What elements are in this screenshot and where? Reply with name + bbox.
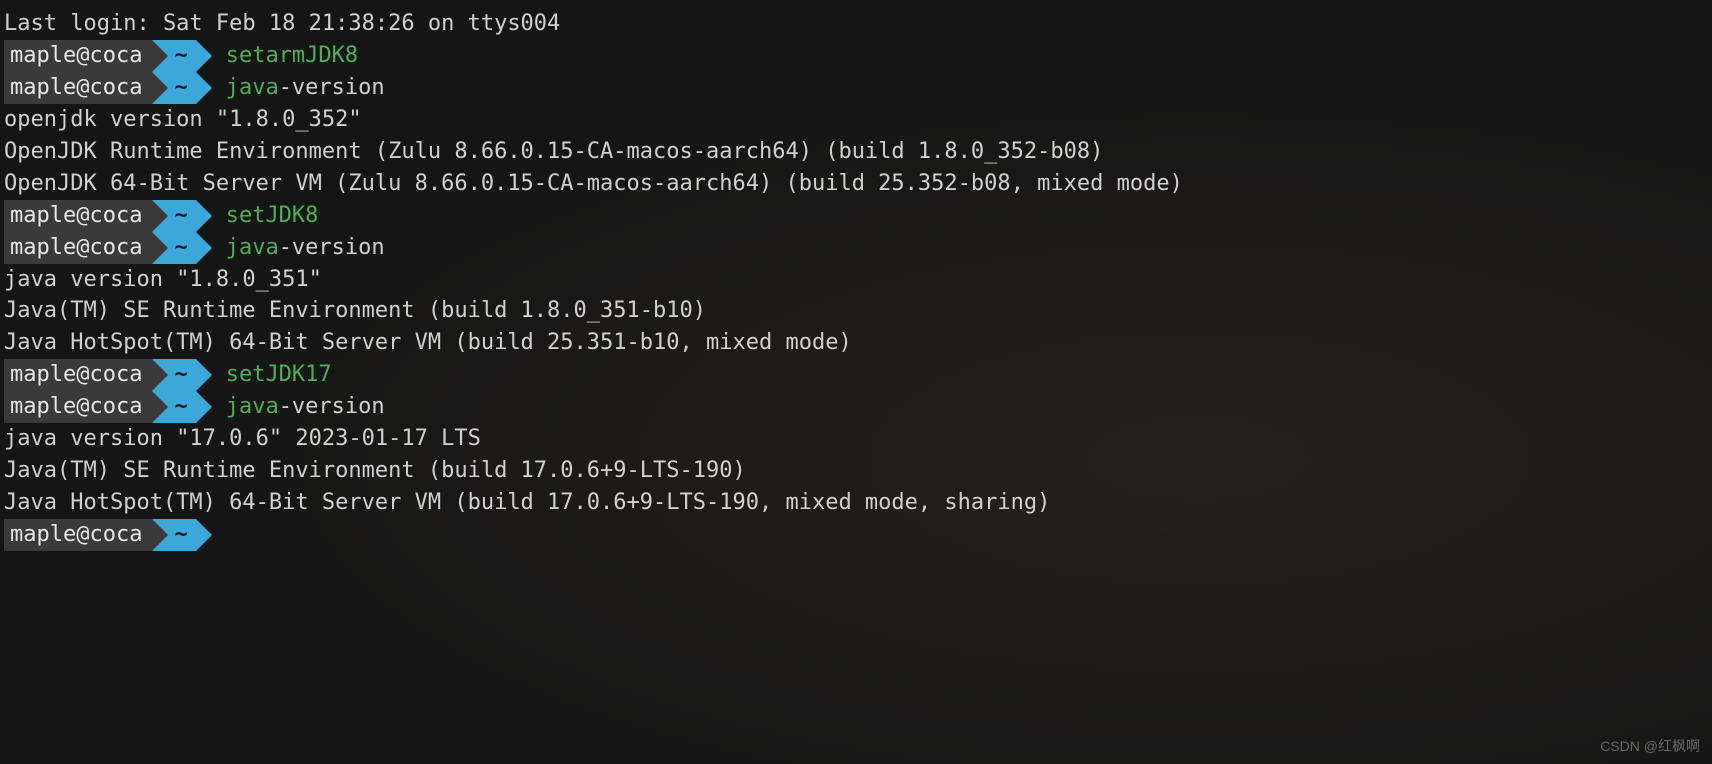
separator-icon bbox=[196, 359, 212, 391]
prompt-line: maple@coca~ setJDK8 bbox=[4, 200, 1708, 232]
separator-icon bbox=[152, 391, 168, 423]
prompt-line: maple@coca~ java -version bbox=[4, 391, 1708, 423]
prompt-line: maple@coca~ java -version bbox=[4, 72, 1708, 104]
separator-icon bbox=[196, 40, 212, 72]
prompt-line: maple@coca~ setJDK17 bbox=[4, 359, 1708, 391]
separator-icon bbox=[152, 519, 168, 551]
output-line: Java(TM) SE Runtime Environment (build 1… bbox=[4, 455, 1708, 487]
separator-icon bbox=[152, 232, 168, 264]
output-line: java version "1.8.0_351" bbox=[4, 264, 1708, 296]
command-text: setarmJDK8 bbox=[226, 40, 358, 72]
user-host-segment: maple@coca bbox=[4, 72, 152, 104]
user-host-segment: maple@coca bbox=[4, 40, 152, 72]
command-arg: -version bbox=[279, 72, 385, 104]
command-text: java bbox=[226, 391, 279, 423]
separator-icon bbox=[196, 391, 212, 423]
output-line: Java HotSpot(TM) 64-Bit Server VM (build… bbox=[4, 487, 1708, 519]
separator-icon bbox=[196, 72, 212, 104]
separator-icon bbox=[196, 232, 212, 264]
separator-icon bbox=[152, 359, 168, 391]
separator-icon bbox=[196, 519, 212, 551]
last-login-line: Last login: Sat Feb 18 21:38:26 on ttys0… bbox=[4, 8, 1708, 40]
prompt-line: maple@coca~ setarmJDK8 bbox=[4, 40, 1708, 72]
user-host-segment: maple@coca bbox=[4, 200, 152, 232]
user-host-segment: maple@coca bbox=[4, 232, 152, 264]
output-line: Java(TM) SE Runtime Environment (build 1… bbox=[4, 295, 1708, 327]
command-text: java bbox=[226, 232, 279, 264]
separator-icon bbox=[152, 72, 168, 104]
output-line: java version "17.0.6" 2023-01-17 LTS bbox=[4, 423, 1708, 455]
user-host-segment: maple@coca bbox=[4, 359, 152, 391]
terminal-output[interactable]: Last login: Sat Feb 18 21:38:26 on ttys0… bbox=[4, 8, 1708, 551]
separator-icon bbox=[152, 40, 168, 72]
output-line: OpenJDK Runtime Environment (Zulu 8.66.0… bbox=[4, 136, 1708, 168]
separator-icon bbox=[152, 200, 168, 232]
watermark-text: CSDN @红枫啊 bbox=[1600, 736, 1700, 756]
command-arg: -version bbox=[279, 391, 385, 423]
command-text: java bbox=[226, 72, 279, 104]
output-line: Java HotSpot(TM) 64-Bit Server VM (build… bbox=[4, 327, 1708, 359]
prompt-line: maple@coca~ java -version bbox=[4, 232, 1708, 264]
command-arg: -version bbox=[279, 232, 385, 264]
prompt-line-active[interactable]: maple@coca~ bbox=[4, 519, 1708, 551]
command-text: setJDK17 bbox=[226, 359, 332, 391]
command-text: setJDK8 bbox=[226, 200, 319, 232]
user-host-segment: maple@coca bbox=[4, 519, 152, 551]
user-host-segment: maple@coca bbox=[4, 391, 152, 423]
separator-icon bbox=[196, 200, 212, 232]
output-line: openjdk version "1.8.0_352" bbox=[4, 104, 1708, 136]
output-line: OpenJDK 64-Bit Server VM (Zulu 8.66.0.15… bbox=[4, 168, 1708, 200]
